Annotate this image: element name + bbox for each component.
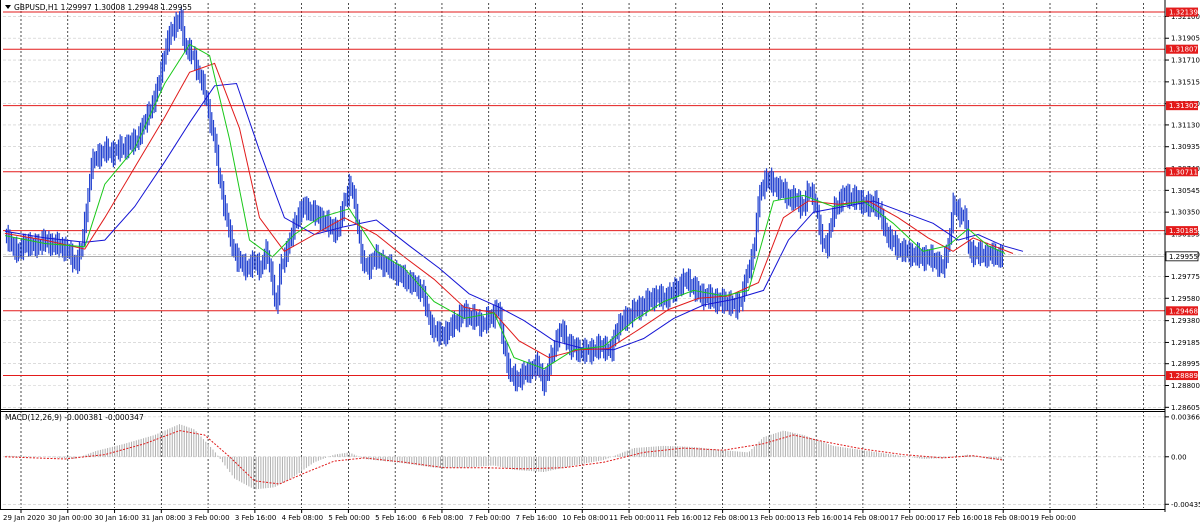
x-tick-label: 3 Feb 00:00 [188,514,229,522]
level-tag-label: 1.30711 [1169,168,1198,176]
y-tick-label: 1.29380 [1171,317,1200,325]
level-tag-label: 1.32139 [1169,9,1198,17]
y-tick-label: 1.31515 [1171,78,1200,86]
current-price-label: 1.29955 [1169,253,1198,261]
x-tick-label: 30 Jan 00:00 [48,514,92,522]
y-tick-label: 1.30935 [1171,143,1200,151]
x-tick-label: 29 Jan 2020 [3,514,45,522]
symbol-info: GBPUSD,H1 1.29997 1.30008 1.29948 1.2995… [14,3,192,12]
level-tag-label: 1.31302 [1169,102,1198,110]
x-axis-ticks: 29 Jan 2020 30 Jan 00:00 30 Jan 16:00 31 Ja… [3,509,1076,522]
x-tick-label: 11 Feb 16:00 [656,514,702,522]
y-tick-label: 1.31130 [1171,121,1200,129]
trading-chart[interactable]: 1.321001.319051.317101.315151.313201.311… [0,0,1200,524]
level-tag-label: 1.30185 [1169,227,1198,235]
macd-y-tick-label: 0.003662 [1171,413,1200,421]
level-price-tags: 1.32139 1.31807 1.31302 1.30711 1.30185 1.294… [3,7,1199,381]
x-tick-label: 13 Feb 16:00 [796,514,842,522]
y-tick-label: 1.28800 [1171,382,1200,390]
level-tag-label: 1.31807 [1169,46,1198,54]
chart-canvas[interactable]: 1.321001.319051.317101.315151.313201.311… [0,0,1200,524]
y-tick-label: 1.29185 [1171,339,1200,347]
x-tick-label: 5 Feb 00:00 [328,514,369,522]
macd-signal-line [4,430,1004,485]
price-candles [5,6,1004,396]
y-tick-label: 1.31905 [1171,35,1200,43]
x-tick-label: 3 Feb 16:00 [235,514,276,522]
x-tick-label: 7 Feb 16:00 [516,514,557,522]
x-tick-label: 19 Feb 00:00 [1030,514,1076,522]
x-tick-label: 30 Jan 16:00 [95,514,139,522]
y-tick-label: 1.29775 [1171,273,1200,281]
x-tick-label: 11 Feb 00:00 [609,514,655,522]
level-tag-label: 1.29468 [1169,307,1198,315]
x-tick-label: 17 Feb 00:00 [890,514,936,522]
macd-y-tick-label: 0.00 [1171,453,1187,461]
x-tick-label: 10 Feb 08:00 [562,514,608,522]
y-tick-label: 1.30350 [1171,209,1200,217]
x-tick-label: 5 Feb 16:00 [375,514,416,522]
x-tick-label: 31 Jan 08:00 [141,514,185,522]
x-tick-label: 18 Feb 08:00 [983,514,1029,522]
x-tick-label: 12 Feb 08:00 [703,514,749,522]
x-tick-label: 6 Feb 08:00 [422,514,463,522]
x-tick-label: 4 Feb 08:00 [282,514,323,522]
x-tick-label: 14 Feb 08:00 [843,514,889,522]
symbol-dropdown-icon[interactable] [5,5,11,9]
y-tick-label: 1.28995 [1171,360,1200,368]
x-tick-label: 17 Feb 16:00 [936,514,982,522]
y-tick-label: 1.29580 [1171,295,1200,303]
macd-info: MACD(12,26,9) -0.000381 -0.000347 [5,413,144,422]
y-tick-label: 1.30545 [1171,187,1200,195]
x-tick-label: 7 Feb 00:00 [469,514,510,522]
x-tick-label: 13 Feb 00:00 [749,514,795,522]
y-tick-label: 1.28605 [1171,404,1200,412]
horizontal-levels [3,11,1165,377]
level-tag-label: 1.28889 [1169,372,1198,380]
y-tick-label: 1.31710 [1171,57,1200,65]
macd-y-tick-label: -0.004358 [1171,501,1200,509]
